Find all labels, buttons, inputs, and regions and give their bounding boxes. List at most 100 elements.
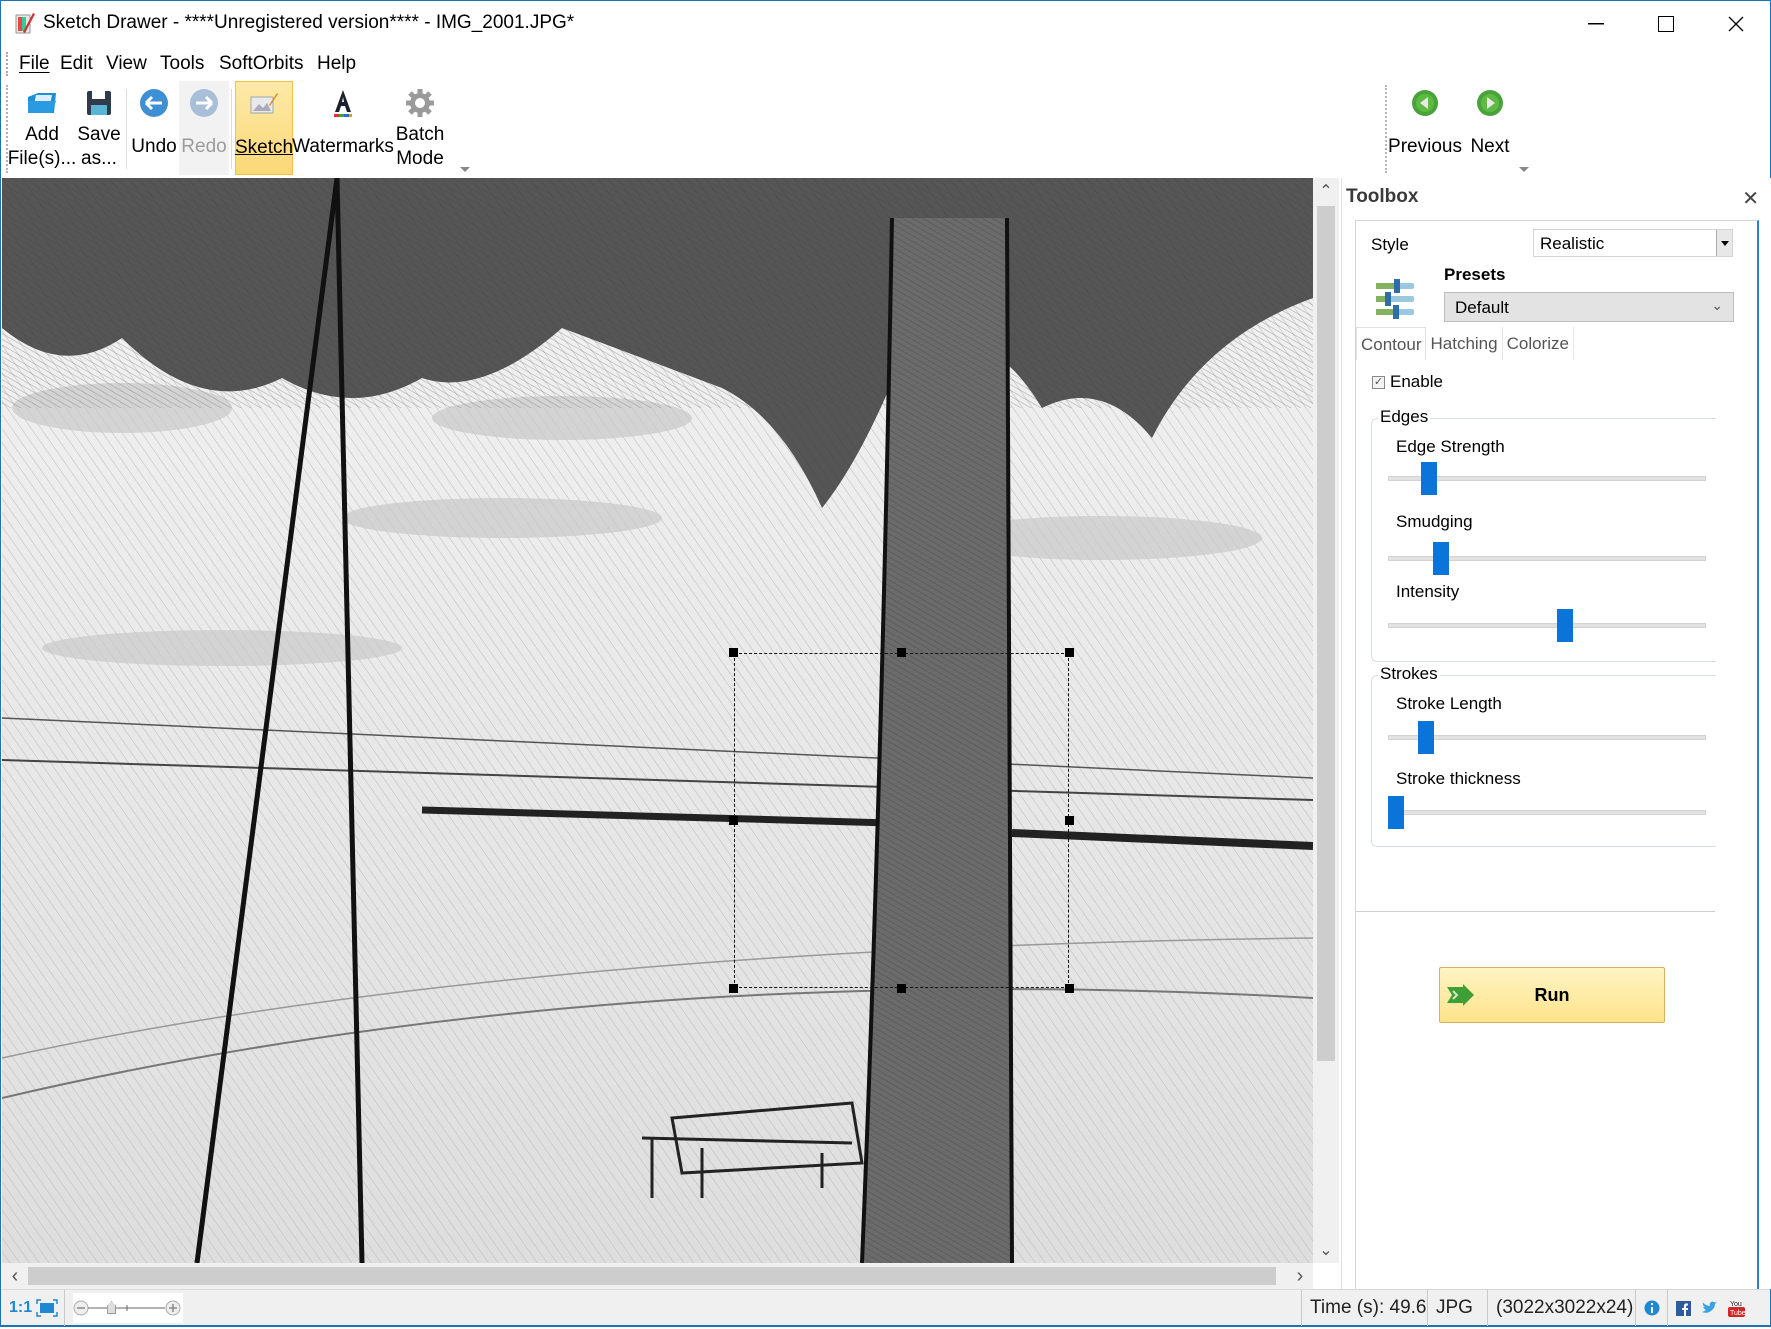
selection-handle-top[interactable] [897, 648, 906, 657]
slider-thumb[interactable] [1433, 542, 1450, 575]
sketch-image [2, 178, 1313, 1263]
twitter-icon[interactable] [1701, 1301, 1718, 1315]
menu-view[interactable]: View [106, 53, 147, 75]
run-arrow-icon [1447, 984, 1474, 1006]
vertical-scroll-thumb[interactable] [1317, 206, 1335, 1061]
menu-softorbits-label: SoftOrbits [219, 53, 304, 74]
slider-thumb[interactable] [1388, 796, 1404, 829]
maximize-icon [1658, 16, 1674, 32]
edge-strength-slider[interactable] [1388, 461, 1706, 495]
menu-help-label: Help [317, 53, 357, 74]
undo-button[interactable]: Undo [129, 81, 179, 175]
zoom-1-to-1-button[interactable]: 1:1 [1, 1290, 32, 1326]
selection-handle-top-right[interactable] [1065, 648, 1074, 657]
stroke-length-slider[interactable] [1388, 720, 1706, 754]
status-separator [64, 1290, 65, 1326]
batch-mode-button[interactable]: Batch Mode [394, 81, 446, 175]
close-button[interactable] [1701, 1, 1771, 47]
toolbar-separator [126, 89, 127, 169]
facebook-icon[interactable] [1676, 1300, 1691, 1316]
horizontal-scrollbar[interactable]: ‹ › [2, 1263, 1313, 1289]
info-button[interactable] [1635, 1290, 1667, 1326]
zoom-slider[interactable] [73, 1293, 183, 1323]
dimensions-status: (3022x3022x24) [1487, 1290, 1635, 1326]
scroll-left-icon[interactable]: ‹ [2, 1263, 28, 1289]
edges-legend: Edges [1378, 407, 1431, 427]
smudging-label: Smudging [1396, 512, 1473, 531]
toolbar-separator [231, 89, 232, 169]
selection-handle-bottom-right[interactable] [1065, 984, 1074, 993]
toolbar-overflow-icon[interactable] [1519, 167, 1529, 172]
slider-thumb[interactable] [1418, 721, 1435, 754]
presets-select[interactable]: Default ⌄ [1444, 292, 1734, 322]
app-window: Sketch Drawer - ****Unregistered version… [0, 0, 1771, 1327]
edges-group: Edges Edge Strength Smudging Intensity [1371, 407, 1716, 662]
selection-handle-right[interactable] [1065, 816, 1074, 825]
title-bar: Sketch Drawer - ****Unregistered version… [1, 1, 1770, 47]
scroll-down-icon[interactable]: ⌄ [1313, 1237, 1339, 1263]
next-label: Next [1470, 136, 1510, 157]
vertical-scrollbar[interactable]: ⌃ ⌄ [1313, 178, 1339, 1263]
selection-handle-left[interactable] [729, 816, 738, 825]
smudging-slider[interactable] [1388, 541, 1706, 575]
previous-button[interactable]: Previous [1388, 81, 1462, 175]
next-button[interactable]: Next [1465, 81, 1515, 175]
window-title: Sketch Drawer - ****Unregistered version… [43, 12, 575, 33]
toolbar-grip [1385, 85, 1387, 173]
minimize-button[interactable] [1561, 1, 1631, 47]
watermarks-button[interactable]: Watermarks [292, 81, 394, 175]
style-dropdown-icon[interactable] [1716, 230, 1732, 256]
selection-handle-bottom-left[interactable] [729, 984, 738, 993]
image-canvas[interactable] [2, 178, 1313, 1263]
slider-track [1388, 623, 1706, 628]
selection-handle-bottom[interactable] [897, 984, 906, 993]
toolbox-tabs: Contour Hatching Colorize [1356, 327, 1574, 360]
sketch-button[interactable]: Sketch [235, 81, 293, 175]
menu-view-label: View [106, 53, 147, 74]
time-status: Time (s): 49.6 [1301, 1290, 1441, 1326]
menu-softorbits[interactable]: SoftOrbits [219, 53, 303, 75]
enable-checkbox-row[interactable]: ✓ Enable [1372, 372, 1443, 392]
toolbar: Add File(s)... Save as... Undo Redo Sket… [1, 81, 1770, 177]
enable-checkbox[interactable]: ✓ [1372, 375, 1385, 389]
tab-contour[interactable]: Contour [1356, 327, 1427, 360]
horizontal-scroll-thumb[interactable] [28, 1267, 1276, 1285]
scroll-up-icon[interactable]: ⌃ [1313, 178, 1339, 204]
slider-thumb[interactable] [1421, 462, 1438, 495]
toolbox-panel: Toolbox ✕ Style Realistic Presets Defaul… [1341, 178, 1771, 1289]
toolbox-close-icon[interactable]: ✕ [1742, 186, 1759, 211]
svg-text:Tube: Tube [1730, 1310, 1745, 1317]
presets-label: Presets [1444, 265, 1506, 284]
floppy-disk-icon [87, 91, 111, 115]
fit-to-window-icon[interactable] [36, 1299, 58, 1323]
toolbar-overflow-icon[interactable] [460, 167, 470, 172]
sketch-label: Sketch [234, 137, 294, 158]
run-button[interactable]: Run [1439, 967, 1665, 1023]
redo-button[interactable]: Redo [179, 81, 229, 175]
stroke-length-label: Stroke Length [1396, 694, 1502, 713]
tab-colorize[interactable]: Colorize [1503, 327, 1574, 360]
letter-a-icon [334, 90, 352, 117]
add-files-button[interactable]: Add File(s)... [8, 81, 76, 175]
save-as-button[interactable]: Save as... [77, 81, 121, 175]
info-icon [1644, 1300, 1659, 1316]
maximize-button[interactable] [1631, 1, 1701, 47]
menu-file[interactable]: File [19, 53, 50, 75]
menu-edit[interactable]: Edit [60, 53, 93, 75]
scroll-right-icon[interactable]: › [1287, 1263, 1313, 1289]
arrow-left-circle-icon [140, 89, 168, 117]
selection-handle-top-left[interactable] [729, 648, 738, 657]
stroke-thickness-slider[interactable] [1388, 795, 1706, 829]
youtube-icon[interactable]: You Tube [1728, 1299, 1745, 1317]
intensity-slider[interactable] [1388, 608, 1706, 642]
style-select[interactable]: Realistic [1533, 229, 1733, 257]
slider-track [1388, 735, 1706, 740]
selection-rectangle[interactable] [734, 653, 1069, 988]
tab-hatching[interactable]: Hatching [1426, 327, 1503, 360]
watermarks-label: Watermarks [292, 136, 394, 157]
slider-thumb[interactable] [1557, 609, 1574, 642]
menu-help[interactable]: Help [317, 53, 356, 75]
menu-tools[interactable]: Tools [160, 53, 204, 75]
slider-track [1388, 810, 1706, 815]
menu-tools-label: Tools [160, 53, 205, 74]
